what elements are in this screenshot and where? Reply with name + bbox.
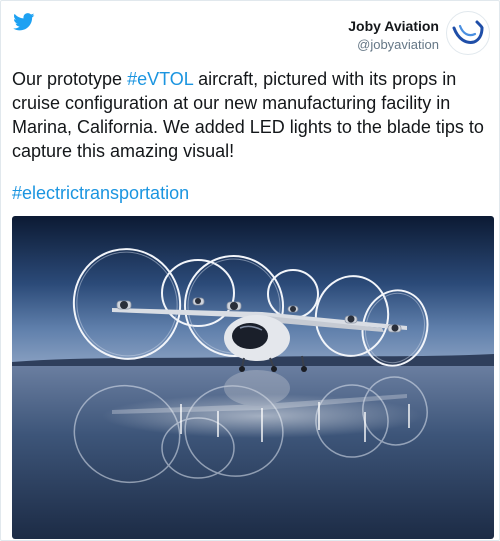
avatar[interactable]: [446, 11, 490, 55]
author-name[interactable]: Joby Aviation: [348, 17, 439, 35]
author-block[interactable]: Joby Aviation @jobyaviation: [348, 17, 439, 55]
tweet-photo[interactable]: [12, 216, 494, 539]
author-handle[interactable]: @jobyaviation: [348, 35, 439, 55]
twitter-bird-icon[interactable]: [13, 13, 35, 31]
hashtag-electrictransportation-link[interactable]: #electrictransportation: [12, 183, 189, 203]
joby-logo-icon: [452, 20, 484, 44]
aircraft-photo: [12, 216, 494, 539]
tweet-text: Our prototype #eVTOL aircraft, pictured …: [12, 67, 490, 163]
hashtag-line: #electrictransportation: [12, 181, 189, 205]
hashtag-evtol-link[interactable]: #eVTOL: [127, 69, 193, 89]
tweet-text-start: Our prototype: [12, 69, 128, 89]
tweet-card: Joby Aviation @jobyaviation Our prototyp…: [0, 0, 500, 541]
